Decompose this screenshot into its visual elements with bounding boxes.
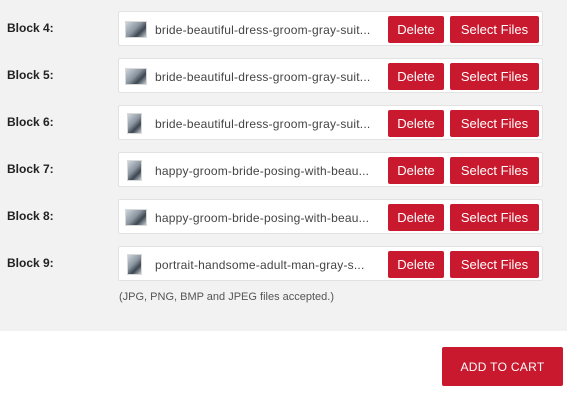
file-name: happy-groom-bride-posing-with-beau... bbox=[155, 211, 370, 225]
select-files-button[interactable]: Select Files bbox=[450, 110, 539, 137]
delete-button[interactable]: Delete bbox=[388, 110, 444, 137]
image-thumbnail-icon bbox=[127, 254, 142, 275]
delete-button[interactable]: Delete bbox=[388, 63, 444, 90]
block-label: Block 9: bbox=[7, 256, 54, 270]
add-to-cart-button[interactable]: ADD TO CART bbox=[442, 347, 563, 386]
panel-edge bbox=[567, 0, 575, 331]
select-files-button[interactable]: Select Files bbox=[450, 63, 539, 90]
file-name: bride-beautiful-dress-groom-gray-suit... bbox=[155, 23, 371, 37]
delete-button[interactable]: Delete bbox=[388, 204, 444, 231]
block-label: Block 7: bbox=[7, 162, 54, 176]
image-thumbnail-icon bbox=[125, 209, 147, 226]
image-thumbnail-icon bbox=[127, 160, 142, 181]
select-files-button[interactable]: Select Files bbox=[450, 16, 539, 43]
block-label: Block 5: bbox=[7, 68, 54, 82]
image-thumbnail-icon bbox=[125, 68, 147, 85]
block-label: Block 8: bbox=[7, 209, 54, 223]
file-field: bride-beautiful-dress-groom-gray-suit...… bbox=[118, 11, 543, 46]
accepted-file-types-note: (JPG, PNG, BMP and JPEG files accepted.) bbox=[119, 291, 334, 303]
file-field: happy-groom-bride-posing-with-beau... De… bbox=[118, 199, 543, 234]
upload-row: Block 5: bride-beautiful-dress-groom-gra… bbox=[0, 58, 567, 95]
select-files-button[interactable]: Select Files bbox=[450, 204, 539, 231]
upload-row: Block 7: happy-groom-bride-posing-with-b… bbox=[0, 152, 567, 189]
image-thumbnail-icon bbox=[125, 21, 147, 38]
file-name: happy-groom-bride-posing-with-beau... bbox=[155, 164, 370, 178]
delete-button[interactable]: Delete bbox=[388, 251, 444, 278]
upload-row: Block 6: bride-beautiful-dress-groom-gra… bbox=[0, 105, 567, 142]
block-label: Block 4: bbox=[7, 21, 54, 35]
file-name: bride-beautiful-dress-groom-gray-suit... bbox=[155, 70, 371, 84]
block-label: Block 6: bbox=[7, 115, 54, 129]
delete-button[interactable]: Delete bbox=[388, 16, 444, 43]
upload-row: Block 9: portrait-handsome-adult-man-gra… bbox=[0, 246, 567, 283]
select-files-button[interactable]: Select Files bbox=[450, 157, 539, 184]
upload-row: Block 8: happy-groom-bride-posing-with-b… bbox=[0, 199, 567, 236]
upload-row: Block 4: bride-beautiful-dress-groom-gra… bbox=[0, 11, 567, 48]
file-field: bride-beautiful-dress-groom-gray-suit...… bbox=[118, 105, 543, 140]
delete-button[interactable]: Delete bbox=[388, 157, 444, 184]
file-name: bride-beautiful-dress-groom-gray-suit... bbox=[155, 117, 371, 131]
file-field: happy-groom-bride-posing-with-beau... De… bbox=[118, 152, 543, 187]
select-files-button[interactable]: Select Files bbox=[450, 251, 539, 278]
image-thumbnail-icon bbox=[127, 113, 142, 134]
file-field: bride-beautiful-dress-groom-gray-suit...… bbox=[118, 58, 543, 93]
upload-panel: Block 4: bride-beautiful-dress-groom-gra… bbox=[0, 0, 567, 331]
file-name: portrait-handsome-adult-man-gray-s... bbox=[155, 258, 365, 272]
file-field: portrait-handsome-adult-man-gray-s... De… bbox=[118, 246, 543, 281]
